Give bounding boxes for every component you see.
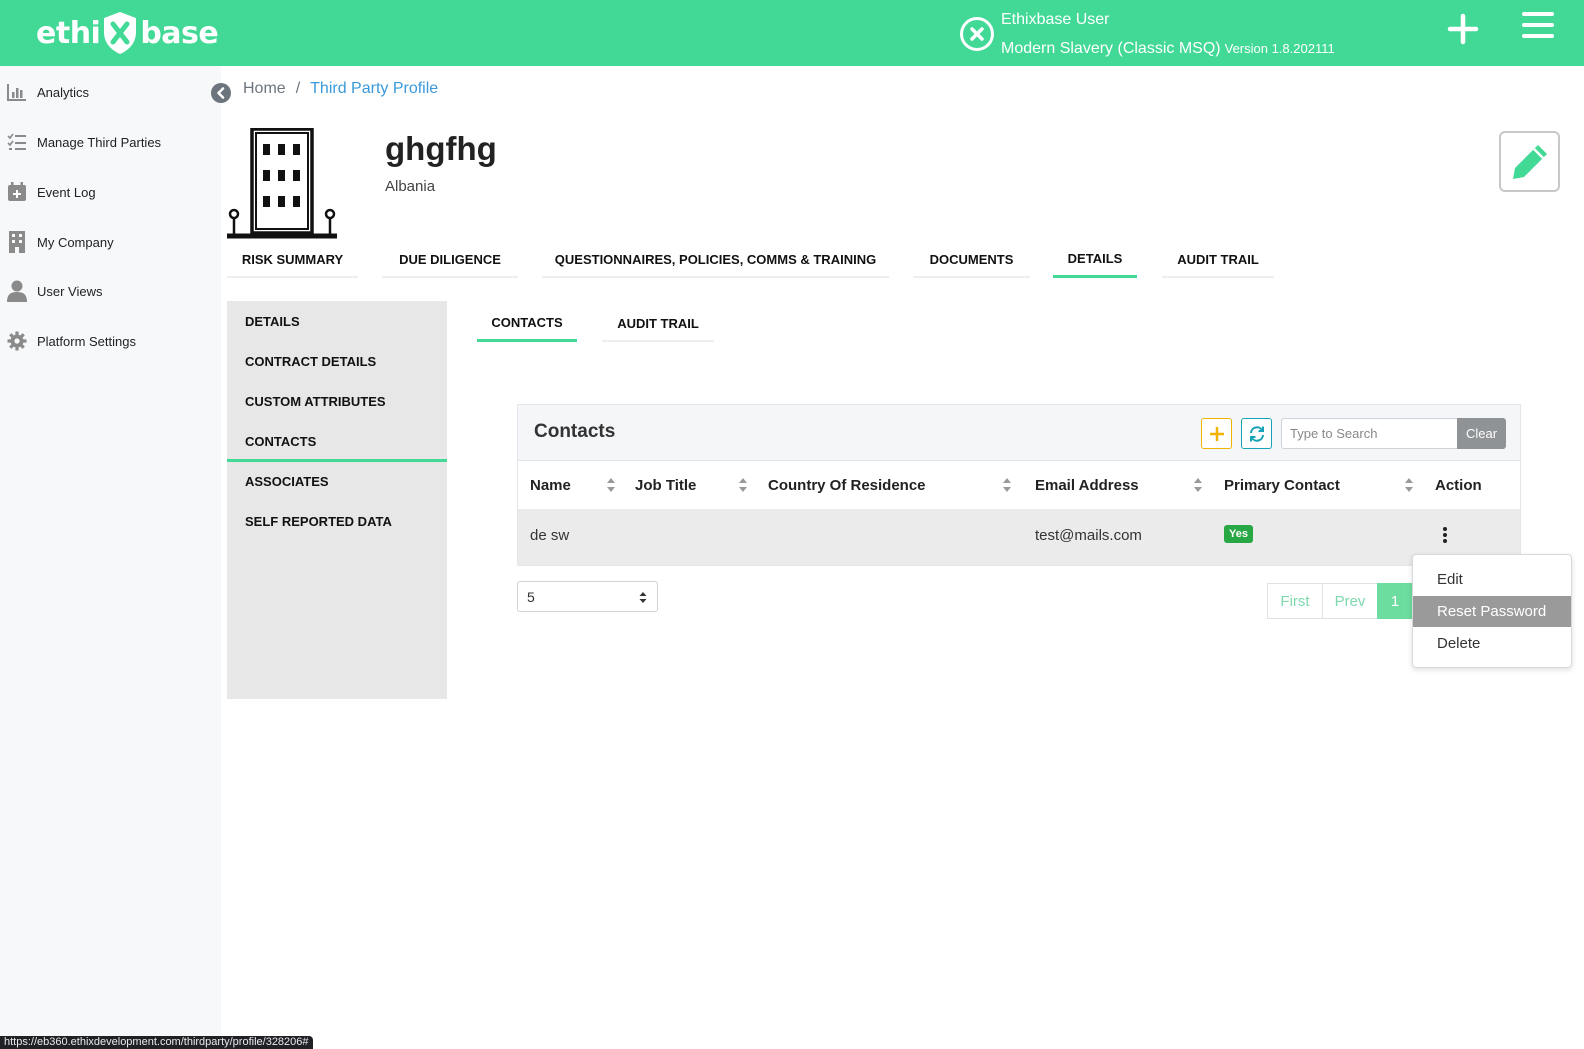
details-menu-details[interactable]: DETAILS [245, 314, 300, 329]
details-menu-contract-details[interactable]: CONTRACT DETAILS [245, 354, 376, 369]
version-label: Version 1.8.202111 [1224, 41, 1335, 56]
details-menu-custom-attributes[interactable]: CUSTOM ATTRIBUTES [245, 394, 386, 409]
details-menu-contacts[interactable]: CONTACTS [245, 434, 316, 449]
page-size-select[interactable]: 5 [517, 581, 658, 612]
user-name: Ethixbase User [1001, 11, 1110, 28]
company-country: Albania [385, 178, 436, 195]
contacts-card: Contacts Clear Name Job Title Country Of… [517, 404, 1521, 566]
column-header-job-title[interactable]: Job Title [635, 461, 696, 509]
column-header-country[interactable]: Country Of Residence [768, 461, 926, 509]
subtab-contacts[interactable]: CONTACTS [477, 306, 577, 342]
logo-text-left: ethi [36, 15, 101, 51]
user-logo-icon [960, 17, 994, 51]
plus-icon[interactable] [1446, 12, 1480, 46]
building-icon [6, 231, 28, 253]
pagination-prev[interactable]: Prev [1322, 583, 1378, 619]
back-icon[interactable] [211, 83, 231, 103]
subtab-audit-trail[interactable]: AUDIT TRAIL [602, 306, 714, 342]
tab-details[interactable]: DETAILS [1053, 242, 1137, 278]
cell-name: de sw [530, 526, 570, 544]
primary-contact-badge: Yes [1224, 525, 1253, 543]
contacts-title: Contacts [534, 421, 616, 442]
sort-icon[interactable] [1404, 477, 1414, 493]
tab-due-diligence[interactable]: DUE DILIGENCE [382, 242, 518, 278]
add-contact-button[interactable] [1201, 418, 1232, 449]
search-input[interactable] [1281, 418, 1457, 449]
sidebar-item-event-log[interactable]: Event Log [0, 172, 221, 212]
sidebar-item-label: Analytics [37, 84, 90, 100]
plus-icon [1209, 426, 1224, 441]
tab-audit-trail[interactable]: AUDIT TRAIL [1162, 242, 1274, 278]
top-bar: ethi base Ethixbase User Modern Slavery … [0, 0, 1584, 66]
breadcrumb-home[interactable]: Home [243, 80, 286, 98]
breadcrumb-current: Third Party Profile [310, 80, 439, 97]
menu-item-reset-password[interactable]: Reset Password [1413, 596, 1571, 627]
row-action-menu: Edit Reset Password Delete [1412, 554, 1572, 668]
pencil-icon [1512, 144, 1547, 179]
sidebar-item-label: Event Log [37, 184, 96, 200]
tab-questionnaires[interactable]: QUESTIONNAIRES, POLICIES, COMMS & TRAINI… [542, 242, 889, 278]
refresh-icon [1249, 425, 1264, 442]
status-url: https://eb360.ethixdevelopment.com/third… [0, 1036, 313, 1049]
column-header-email[interactable]: Email Address [1035, 461, 1139, 509]
select-caret-icon [639, 592, 647, 603]
column-header-name[interactable]: Name [530, 461, 571, 509]
sort-icon[interactable] [606, 477, 616, 493]
company-building-icon [227, 128, 337, 239]
sidebar-item-label: Manage Third Parties [37, 134, 162, 150]
user-info[interactable]: Ethixbase User Modern Slavery (Classic M… [960, 8, 1335, 60]
logo-shield-icon [104, 12, 137, 54]
sidebar-item-label: User Views [37, 283, 103, 299]
pagination-first[interactable]: First [1267, 583, 1323, 619]
sort-icon[interactable] [738, 477, 748, 493]
menu-item-edit[interactable]: Edit [1413, 564, 1571, 595]
chart-bar-icon [6, 81, 28, 103]
sidebar-item-analytics[interactable]: Analytics [0, 72, 221, 112]
active-indicator [227, 459, 447, 462]
calendar-plus-icon [6, 181, 28, 203]
list-icon [6, 131, 28, 153]
sort-icon[interactable] [1193, 477, 1203, 493]
sidebar-item-label: Platform Settings [37, 333, 136, 349]
gear-icon [6, 330, 28, 352]
clear-button[interactable]: Clear [1457, 418, 1506, 449]
row-actions-kebab-icon[interactable] [1440, 525, 1450, 545]
tab-documents[interactable]: DOCUMENTS [913, 242, 1030, 278]
user-icon [6, 280, 28, 302]
details-menu-associates[interactable]: ASSOCIATES [245, 474, 329, 489]
ethixbase-logo[interactable]: ethi base [36, 9, 219, 57]
logo-text-right: base [140, 15, 219, 51]
sort-icon[interactable] [1002, 477, 1012, 493]
details-menu: DETAILS CONTRACT DETAILS CUSTOM ATTRIBUT… [227, 301, 447, 699]
breadcrumb: Home / Third Party Profile [243, 80, 438, 98]
sidebar-item-user-views[interactable]: User Views [0, 271, 221, 311]
workspace-name: Modern Slavery (Classic MSQ) [1001, 40, 1221, 57]
sidebar: Analytics Manage Third Parties Event Log… [0, 66, 221, 1049]
page-size-value: 5 [527, 588, 535, 605]
sidebar-item-platform-settings[interactable]: Platform Settings [0, 321, 221, 361]
contacts-card-header: Contacts Clear [518, 405, 1520, 461]
company-name: ghgfhg [385, 130, 497, 167]
hamburger-menu-icon[interactable] [1522, 10, 1554, 40]
menu-item-delete[interactable]: Delete [1413, 628, 1571, 659]
cell-email: test@mails.com [1035, 526, 1142, 544]
sidebar-item-label: My Company [37, 234, 114, 250]
details-menu-self-reported-data[interactable]: SELF REPORTED DATA [245, 514, 392, 529]
refresh-button[interactable] [1241, 418, 1272, 449]
column-header-primary-contact[interactable]: Primary Contact [1224, 461, 1340, 509]
table-row[interactable] [518, 509, 1520, 565]
sidebar-item-manage-third-parties[interactable]: Manage Third Parties [0, 122, 221, 162]
breadcrumb-separator: / [295, 80, 301, 97]
sidebar-item-my-company[interactable]: My Company [0, 222, 221, 262]
pagination-page-1[interactable]: 1 [1377, 583, 1413, 619]
tab-risk-summary[interactable]: RISK SUMMARY [227, 242, 358, 278]
edit-profile-button[interactable] [1499, 131, 1560, 192]
column-header-action: Action [1435, 476, 1482, 494]
